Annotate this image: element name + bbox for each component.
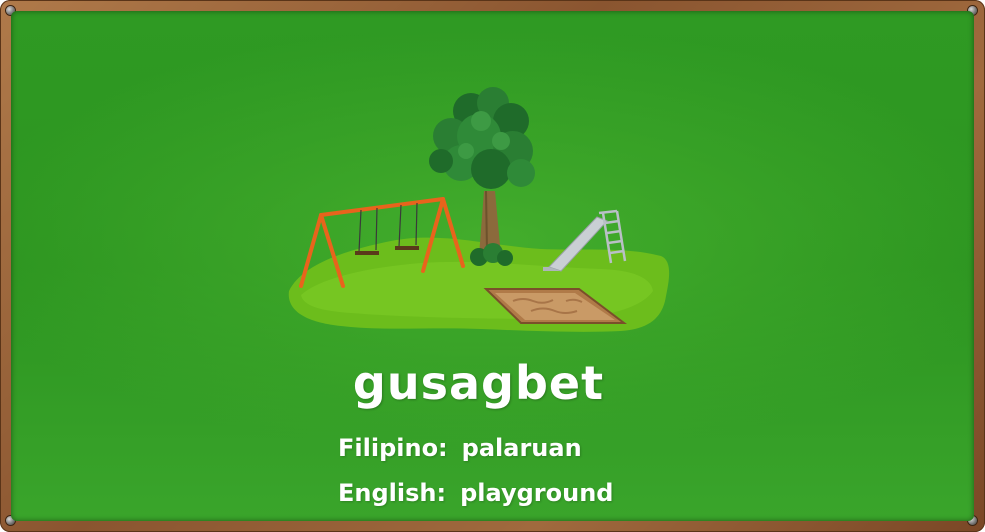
chalkboard: gusagbet Filipino: palaruan English: playg… bbox=[11, 11, 974, 521]
chalkboard-frame: gusagbet Filipino: palaruan English: playg… bbox=[0, 0, 985, 532]
english-value: playground bbox=[460, 479, 614, 507]
english-label: English: bbox=[338, 479, 447, 507]
filipino-value: palaruan bbox=[461, 434, 582, 462]
filipino-translation-row: Filipino: palaruan bbox=[338, 434, 582, 462]
target-word: gusagbet bbox=[352, 356, 605, 410]
filipino-label: Filipino: bbox=[338, 434, 448, 462]
english-translation-row: English: playground bbox=[338, 479, 613, 507]
playground-illustration bbox=[288, 87, 670, 332]
